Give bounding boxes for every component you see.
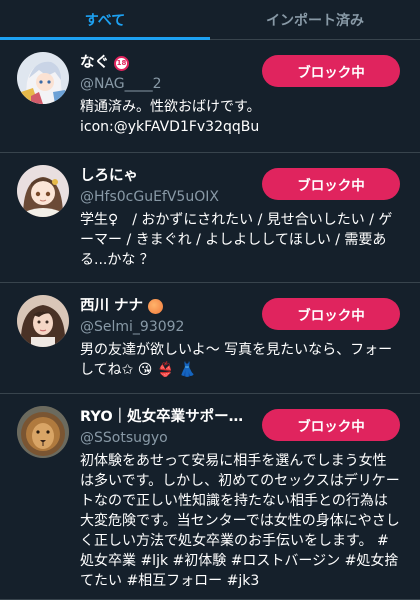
anime-girl-avatar-icon[interactable] xyxy=(17,52,69,104)
lion-avatar-icon[interactable] xyxy=(17,406,69,458)
account-name: RYO｜処女卒業サポー… xyxy=(80,409,244,425)
anime-girl-avatar-icon[interactable] xyxy=(17,165,69,217)
blocked-button[interactable]: ブロック中 xyxy=(262,168,400,200)
peach-icon xyxy=(148,298,164,314)
blocked-button[interactable]: ブロック中 xyxy=(262,55,400,87)
tab-bar: すべて インポート済み xyxy=(0,0,420,40)
list-item[interactable]: なぐ 18 @NAG____2 精通済み。性欲おばけです。 icon:@ykFA… xyxy=(0,40,420,153)
blocked-button[interactable]: ブロック中 xyxy=(262,409,400,441)
tab-imported[interactable]: インポート済み xyxy=(210,0,420,39)
account-name: なぐ 18 xyxy=(80,53,255,73)
tab-all[interactable]: すべて xyxy=(0,0,210,40)
account-bio: 男の友達が欲しいよ〜 写真を見たいなら、フォーしてね✩ 😘 👙 👗 xyxy=(80,342,393,378)
list-item[interactable]: RYO｜処女卒業サポー… @SSotsugyo 初体験をあせって安易に相手を選ん… xyxy=(0,394,420,600)
account-name: しろにゃ xyxy=(80,168,138,184)
list-item[interactable]: しろにゃ @Hfs0cGuEfV5uOIX 学生♀ / おかずにされたい / 見… xyxy=(0,153,420,283)
list-item[interactable]: 西川 ナナ @Selmi_93092 男の友達が欲しいよ〜 写真を見たいなら、フ… xyxy=(0,283,420,394)
age-restricted-18-icon: 18 xyxy=(114,55,129,71)
blocked-button[interactable]: ブロック中 xyxy=(262,298,400,330)
account-bio: 初体験をあせって安易に相手を選んでしまう女性は多いです。しかし、初めてのセックス… xyxy=(80,453,400,589)
account-name: 西川 ナナ xyxy=(80,296,255,316)
account-bio: 学生♀ / おかずにされたい / 見せ合いしたい / ゲーマー / きまぐれ /… xyxy=(80,212,393,268)
account-bio: 精通済み。性欲おばけです。 icon:@ykFAVD1Fv32qqBu xyxy=(80,99,261,135)
woman-photo-avatar-icon[interactable] xyxy=(17,295,69,347)
blocked-accounts-list: なぐ 18 @NAG____2 精通済み。性欲おばけです。 icon:@ykFA… xyxy=(0,40,420,600)
